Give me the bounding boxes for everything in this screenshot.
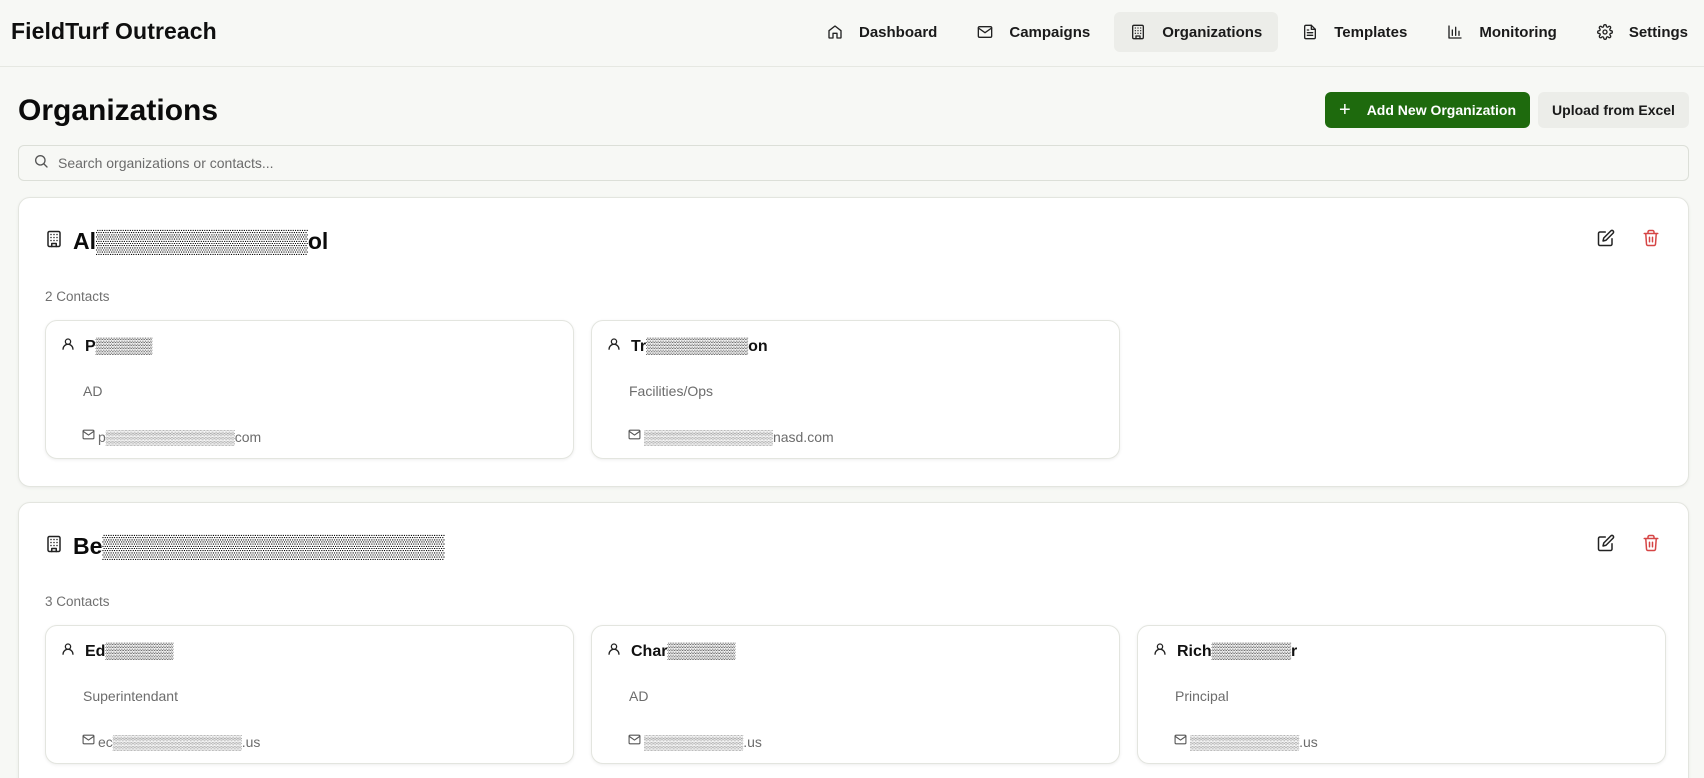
search-input[interactable]	[58, 155, 1658, 171]
nav-label: Dashboard	[859, 23, 938, 41]
gear-icon	[1596, 24, 1613, 40]
contact-count: 3 Contacts	[45, 594, 110, 609]
nav-item-dashboard[interactable]: Dashboard	[811, 12, 953, 52]
nav-label: Campaigns	[1009, 23, 1091, 41]
contact-card[interactable]: Rich▒▒▒▒▒▒▒r Principal ▒▒▒▒▒▒▒▒▒▒▒.us	[1137, 625, 1666, 764]
edit-icon[interactable]	[1597, 229, 1615, 247]
trash-icon[interactable]	[1642, 534, 1660, 552]
main-nav: Dashboard Campaigns Organizations Templa…	[803, 12, 1704, 52]
org-actions	[1570, 534, 1660, 552]
nav-label: Templates	[1334, 23, 1408, 41]
page-title: Organizations	[18, 94, 219, 127]
contact-email: ec▒▒▒▒▒▒▒▒▒▒▒▒▒.us	[98, 734, 261, 750]
bar-chart-icon	[1447, 24, 1463, 40]
nav-item-templates[interactable]: Templates	[1286, 12, 1423, 52]
app-title: FieldTurf Outreach	[11, 18, 217, 44]
org-actions	[1570, 229, 1660, 247]
user-icon	[61, 337, 85, 356]
mail-icon	[82, 428, 98, 446]
plus-icon: +	[1339, 99, 1351, 121]
contact-card[interactable]: Tr▒▒▒▒▒▒▒▒▒on Facilities/Ops ▒▒▒▒▒▒▒▒▒▒▒…	[591, 320, 1120, 459]
org-name: Be▒▒▒▒▒▒▒▒▒▒▒▒▒▒▒▒▒▒▒▒▒	[73, 533, 445, 559]
org-header: Be▒▒▒▒▒▒▒▒▒▒▒▒▒▒▒▒▒▒▒▒▒	[45, 533, 445, 560]
contact-card[interactable]: Ed▒▒▒▒▒▒ Superintendant ec▒▒▒▒▒▒▒▒▒▒▒▒▒.…	[45, 625, 574, 764]
edit-icon[interactable]	[1597, 534, 1615, 552]
contact-email: ▒▒▒▒▒▒▒▒▒▒▒.us	[1190, 734, 1318, 750]
contact-card[interactable]: Char▒▒▒▒▒▒ AD ▒▒▒▒▒▒▒▒▒▒.us	[591, 625, 1120, 764]
contact-role: Superintendant	[83, 688, 178, 704]
building-icon	[45, 535, 73, 558]
contact-name: P▒▒▒▒▒	[85, 337, 153, 355]
nav-item-monitoring[interactable]: Monitoring	[1431, 12, 1572, 52]
contact-list: Ed▒▒▒▒▒▒ Superintendant ec▒▒▒▒▒▒▒▒▒▒▒▒▒.…	[45, 625, 1683, 764]
user-icon	[61, 642, 85, 661]
contact-email: ▒▒▒▒▒▒▒▒▒▒▒▒▒nasd.com	[644, 429, 834, 445]
file-text-icon	[1302, 24, 1318, 40]
contact-count: 2 Contacts	[45, 289, 110, 304]
nav-label: Organizations	[1162, 23, 1263, 41]
mail-icon	[628, 733, 644, 751]
add-organization-button[interactable]: + Add New Organization	[1325, 92, 1530, 128]
nav-item-organizations[interactable]: Organizations	[1114, 12, 1279, 52]
trash-icon[interactable]	[1642, 229, 1660, 247]
nav-label: Monitoring	[1479, 23, 1557, 41]
contact-email: ▒▒▒▒▒▒▒▒▒▒.us	[644, 734, 762, 750]
contact-role: Facilities/Ops	[629, 383, 714, 399]
add-organization-label: Add New Organization	[1366, 102, 1517, 118]
search-bar	[18, 145, 1689, 181]
mail-icon	[1174, 733, 1190, 751]
home-icon	[827, 24, 843, 40]
nav-item-settings[interactable]: Settings	[1581, 12, 1704, 52]
organization-card: Be▒▒▒▒▒▒▒▒▒▒▒▒▒▒▒▒▒▒▒▒▒ 3 Contacts Ed▒▒▒…	[18, 502, 1689, 778]
search-icon	[33, 153, 58, 174]
contact-role: AD	[83, 383, 103, 399]
upload-excel-button[interactable]: Upload from Excel	[1538, 92, 1689, 128]
mail-icon	[977, 24, 993, 40]
nav-label: Settings	[1628, 23, 1688, 41]
contact-role: AD	[629, 688, 649, 704]
building-icon	[45, 230, 73, 253]
contact-role: Principal	[1175, 688, 1229, 704]
org-header: Al▒▒▒▒▒▒▒▒▒▒▒▒▒ol	[45, 228, 328, 255]
organization-card: Al▒▒▒▒▒▒▒▒▒▒▒▒▒ol 2 Contacts P▒▒▒▒▒ AD p…	[18, 197, 1689, 487]
mail-icon	[82, 733, 98, 751]
user-icon	[607, 337, 631, 356]
building-icon	[1130, 24, 1146, 40]
mail-icon	[628, 428, 644, 446]
user-icon	[1153, 642, 1177, 661]
contact-name: Char▒▒▒▒▒▒	[631, 642, 736, 660]
contact-name: Tr▒▒▒▒▒▒▒▒▒on	[631, 337, 768, 355]
contact-name: Rich▒▒▒▒▒▒▒r	[1177, 642, 1298, 660]
nav-item-campaigns[interactable]: Campaigns	[961, 12, 1106, 52]
user-icon	[607, 642, 631, 661]
contact-email: p▒▒▒▒▒▒▒▒▒▒▒▒▒com	[98, 429, 262, 445]
contact-list: P▒▒▒▒▒ AD p▒▒▒▒▒▒▒▒▒▒▒▒▒com Tr▒▒▒▒▒▒▒▒▒o…	[45, 320, 1137, 459]
org-name: Al▒▒▒▒▒▒▒▒▒▒▒▒▒ol	[73, 228, 329, 254]
contact-card[interactable]: P▒▒▒▒▒ AD p▒▒▒▒▒▒▒▒▒▒▒▒▒com	[45, 320, 574, 459]
top-header: FieldTurf Outreach Dashboard Campaigns O…	[0, 0, 1704, 67]
contact-name: Ed▒▒▒▒▒▒	[85, 642, 174, 660]
